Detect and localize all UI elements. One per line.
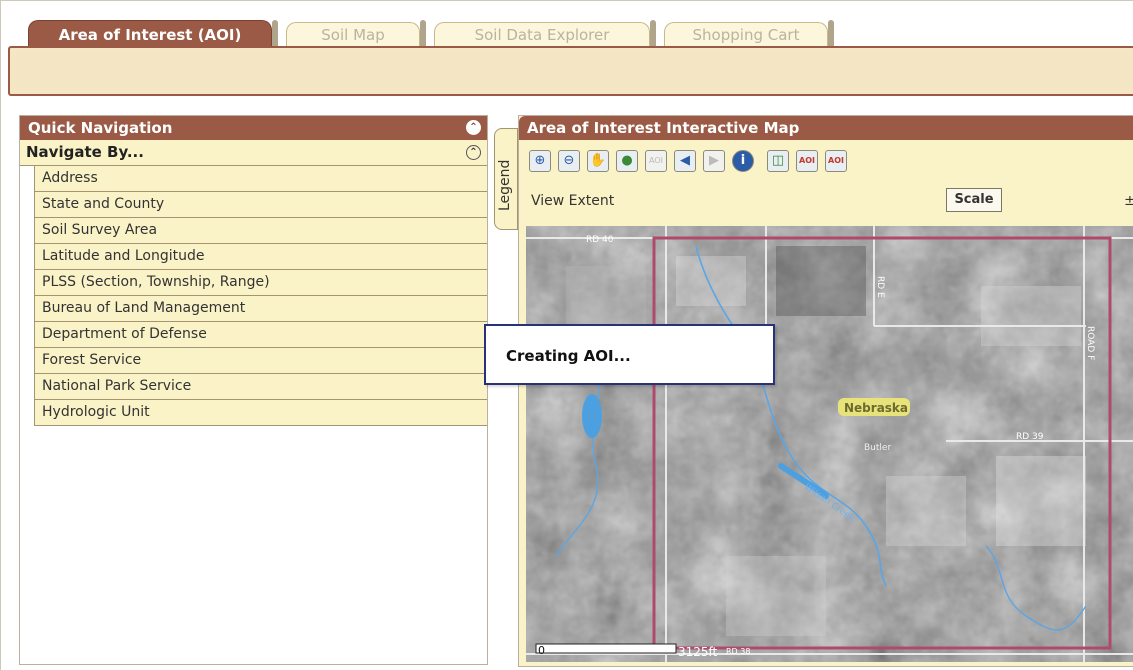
view-extent-label: View Extent bbox=[531, 193, 615, 209]
zoom-in-icon[interactable]: ⊕ bbox=[529, 150, 551, 172]
scale-distance-label: 3125ft bbox=[678, 645, 718, 659]
road-label-e: RD E bbox=[875, 276, 885, 298]
nav-item-national-park-service[interactable]: National Park Service bbox=[35, 374, 487, 400]
map-panel-title: Area of Interest Interactive Map bbox=[527, 119, 800, 137]
aerial-map-view[interactable]: RD 40 RD E ROAD F RD 39 Nebraska Butler … bbox=[526, 226, 1133, 662]
nav-item-state-and-county[interactable]: State and County bbox=[35, 192, 487, 218]
interactive-map-panel: Area of Interest Interactive Map ⊕ ⊖ ✋ ●… bbox=[518, 115, 1133, 667]
navigate-by-title: Navigate By... bbox=[26, 143, 144, 161]
tab-soil-map[interactable]: Soil Map bbox=[286, 22, 420, 48]
nav-item-department-of-defense[interactable]: Department of Defense bbox=[35, 322, 487, 348]
zoom-out-icon[interactable]: ⊖ bbox=[558, 150, 580, 172]
nav-item-forest-service[interactable]: Forest Service bbox=[35, 348, 487, 374]
nav-item-blm[interactable]: Bureau of Land Management bbox=[35, 296, 487, 322]
tab-area-of-interest[interactable]: Area of Interest (AOI) bbox=[28, 20, 272, 48]
tab-separator bbox=[650, 20, 656, 46]
road-label-top: RD 40 bbox=[586, 235, 614, 245]
pond-icon bbox=[582, 394, 602, 438]
navigate-by-header[interactable]: Navigate By... ⌃ bbox=[20, 140, 487, 166]
scale-zero-label: 0 bbox=[538, 644, 545, 657]
legend-tab[interactable]: Legend bbox=[494, 128, 518, 230]
tab-separator bbox=[828, 20, 834, 46]
town-label: Butler bbox=[864, 443, 891, 453]
map-panel-header: Area of Interest Interactive Map bbox=[519, 116, 1133, 140]
extent-extra: ± bbox=[1124, 193, 1133, 209]
tab-content-ribbon bbox=[8, 46, 1133, 96]
ribbon-inner bbox=[16, 54, 1133, 88]
define-aoi-rectangle-icon[interactable]: AOI bbox=[796, 150, 818, 172]
tab-separator bbox=[420, 20, 426, 46]
map-canvas[interactable]: RD 40 RD E ROAD F RD 39 Nebraska Butler … bbox=[526, 226, 1133, 662]
previous-extent-icon[interactable]: ◀ bbox=[674, 150, 696, 172]
creating-aoi-popup: Creating AOI... bbox=[484, 324, 775, 385]
pan-hand-icon[interactable]: ✋ bbox=[587, 150, 609, 172]
road-label-f: ROAD F bbox=[1085, 326, 1095, 360]
next-extent-icon[interactable]: ▶ bbox=[703, 150, 725, 172]
state-label: Nebraska bbox=[844, 401, 908, 415]
road-label-39: RD 39 bbox=[1016, 432, 1044, 442]
tab-soil-data-explorer[interactable]: Soil Data Explorer bbox=[434, 22, 650, 48]
full-extent-globe-icon[interactable]: ● bbox=[616, 150, 638, 172]
main-tabs: Area of Interest (AOI) Soil Map Soil Dat… bbox=[18, 20, 1133, 48]
copy-icon[interactable]: ◫ bbox=[767, 150, 789, 172]
navigate-by-list: Address State and County Soil Survey Are… bbox=[34, 166, 487, 426]
collapse-section-icon[interactable]: ⌃ bbox=[466, 145, 481, 160]
scale-bar bbox=[535, 643, 677, 654]
road-label-bottom: RD 38 bbox=[726, 647, 750, 656]
quick-navigation-panel: Quick Navigation ⌃ Navigate By... ⌃ Addr… bbox=[19, 115, 488, 665]
scale-button[interactable]: Scale bbox=[946, 188, 1002, 212]
nav-item-soil-survey-area[interactable]: Soil Survey Area bbox=[35, 218, 487, 244]
popup-message: Creating AOI... bbox=[506, 347, 631, 365]
tab-separator bbox=[272, 20, 278, 46]
nav-item-latitude-longitude[interactable]: Latitude and Longitude bbox=[35, 244, 487, 270]
nav-item-plss[interactable]: PLSS (Section, Township, Range) bbox=[35, 270, 487, 296]
nav-item-hydrologic-unit[interactable]: Hydrologic Unit bbox=[35, 400, 487, 426]
map-toolbar: ⊕ ⊖ ✋ ● AOI ◀ ▶ i ◫ AOI AOI bbox=[529, 150, 847, 176]
nav-item-address[interactable]: Address bbox=[35, 166, 487, 192]
tab-shopping-cart[interactable]: Shopping Cart bbox=[664, 22, 828, 48]
identify-info-icon[interactable]: i bbox=[732, 150, 754, 172]
legend-tab-label: Legend bbox=[497, 159, 513, 211]
collapse-panel-icon[interactable]: ⌃ bbox=[466, 120, 481, 135]
define-aoi-disabled-icon[interactable]: AOI bbox=[645, 150, 667, 172]
define-aoi-polygon-icon[interactable]: AOI bbox=[825, 150, 847, 172]
quick-navigation-header: Quick Navigation ⌃ bbox=[20, 116, 487, 140]
quick-navigation-title: Quick Navigation bbox=[28, 119, 173, 137]
